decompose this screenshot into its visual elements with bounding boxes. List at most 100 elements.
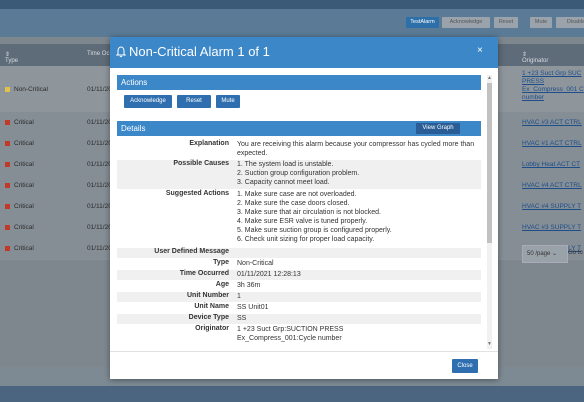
row-time: 01/11/20 [87,182,112,189]
detail-label: Type [213,259,229,266]
row-type: Critical [14,140,34,147]
detail-label: Unit Number [187,292,229,299]
actions-heading: Actions [121,78,148,87]
critical-indicator [5,162,10,167]
acknowledge-button[interactable]: Acknowledge [124,95,172,108]
reset-button[interactable]: Reset [177,95,211,108]
action-item: 6. Check unit sizing for proper load cap… [237,236,375,243]
bottom-bar [0,386,584,402]
detail-value: 1 [237,293,241,300]
row-originator-link[interactable]: HVAC #4 ACT CTRL [522,182,582,189]
details-section-header: Details View Graph [117,121,481,136]
cause-item: 3. Capacity cannot meet load. [237,179,330,186]
critical-indicator [5,225,10,230]
originator-line: 1 +23 Suct Grp:SUCTION PRESS [237,326,344,333]
detail-originator: Originator 1 +23 Suct Grp:SUCTION PRESS … [117,325,481,345]
close-icon[interactable]: × [477,45,483,56]
row-time: 01/11/20 [87,86,112,93]
row-type: Critical [14,161,34,168]
detail-unit-name: Unit Name SS Unit01 [117,303,481,313]
detail-possible-causes: Possible Causes 1. The system load is un… [117,160,481,189]
detail-type: Type Non-Critical [117,259,481,269]
detail-label: Age [215,281,229,288]
row-type: Critical [14,203,34,210]
row-time: 01/11/20 [87,119,112,126]
critical-indicator [5,246,10,251]
detail-value: 3h 36m [237,282,261,289]
row-originator-link[interactable]: 1 +23 Suct Grp SUC [522,70,581,77]
go-to-label: Go to [568,250,583,256]
mute-button[interactable]: Mute [216,95,240,108]
detail-label: Originator [195,325,229,332]
critical-indicator [5,183,10,188]
detail-user-message: User Defined Message [117,248,481,258]
detail-label: Suggested Actions [165,190,229,197]
detail-label: Device Type [188,314,229,321]
row-originator-link-4[interactable]: number [522,94,544,101]
toolbar: TestAlarm Acknowledge Reset Mute Disable [0,9,584,37]
bell-icon [116,46,126,58]
detail-explanation: Explanation You are receiving this alarm… [117,140,481,160]
test-alarm-button[interactable]: TestAlarm [406,17,439,28]
row-originator-link[interactable]: HVAC #1 ACT CTRL [522,140,582,147]
detail-suggested-actions: Suggested Actions 1. Make sure case are … [117,190,481,246]
scrollbar-thumb[interactable] [487,83,492,243]
acknowledge-toolbar-button[interactable]: Acknowledge [442,17,490,28]
detail-device-type: Device Type SS [117,314,481,324]
detail-value: 1. Make sure case are not overloaded. 2.… [237,190,477,244]
column-header-time[interactable]: Time Oc [87,51,109,57]
row-originator-link[interactable]: HVAC #4 SUPPLY T [522,203,581,210]
critical-indicator [5,204,10,209]
detail-value: You are receiving this alarm because you… [237,141,475,157]
row-type: Critical [14,182,34,189]
actions-section-header: Actions [117,75,481,90]
modal-scrollbar[interactable]: ▲ ▼ [487,75,492,349]
row-time: 01/11/20 [87,140,112,147]
critical-indicator [5,141,10,146]
column-header-originator[interactable]: Originator ⇕ [522,51,548,64]
column-header-type[interactable]: Type ⇕ [5,51,18,64]
close-button[interactable]: Close [452,359,478,373]
mute-toolbar-button[interactable]: Mute [530,17,552,28]
action-item: 3. Make sure that air circulation is not… [237,209,381,216]
cause-item: 2. Suction group configuration problem. [237,170,360,177]
row-originator-link[interactable]: HVAC #3 SUPPLY T [522,224,581,231]
detail-value: 1 +23 Suct Grp:SUCTION PRESS Ex_Compress… [237,325,477,343]
row-type: Critical [14,119,34,126]
detail-label: User Defined Message [154,248,229,255]
modal-footer: Close [110,351,498,380]
row-type: Critical [14,245,34,252]
non-critical-indicator [5,87,10,92]
reset-toolbar-button[interactable]: Reset [494,17,518,28]
row-originator-link-3[interactable]: Ex_Compress_001 C [522,86,584,93]
disable-toolbar-button[interactable]: Disable [556,17,584,28]
detail-label: Possible Causes [173,160,229,167]
critical-indicator [5,120,10,125]
originator-line: Ex_Compress_001:Cycle number [237,335,342,342]
detail-label: Time Occurred [179,270,229,277]
detail-unit-number: Unit Number 1 [117,292,481,302]
row-time: 01/11/20 [87,224,112,231]
action-item: 4. Make sure ESR valve is tuned properly… [237,218,368,225]
detail-value: 1. The system load is unstable. 2. Sucti… [237,160,477,187]
row-time: 01/11/20 [87,161,112,168]
row-type: Non-Critical [14,86,48,93]
view-graph-button[interactable]: View Graph [416,123,460,134]
scroll-up-icon[interactable]: ▲ [487,75,492,81]
cause-item: 1. The system load is unstable. [237,161,334,168]
row-originator-link-2[interactable]: PRESS [522,78,544,85]
scroll-down-icon[interactable]: ▼ [487,341,492,347]
per-page-select[interactable]: 50 /page ⌄ [522,245,568,263]
details-heading: Details [121,124,146,133]
alarm-modal: Non-Critical Alarm 1 of 1 × Actions Ackn… [110,37,498,379]
detail-age: Age 3h 36m [117,281,481,291]
row-time: 01/11/20 [87,245,112,252]
detail-value: Non-Critical [237,260,274,267]
top-bar [0,0,584,9]
detail-value: 01/11/2021 12:28:13 [237,271,301,278]
detail-time-occurred: Time Occurred 01/11/2021 12:28:13 [117,270,481,280]
row-originator-link[interactable]: HVAC #3 ACT CTRL [522,119,582,126]
detail-value: SS Unit01 [237,304,269,311]
detail-label: Unit Name [194,303,229,310]
row-originator-link[interactable]: Lobby Heat ACT CT [522,161,580,168]
